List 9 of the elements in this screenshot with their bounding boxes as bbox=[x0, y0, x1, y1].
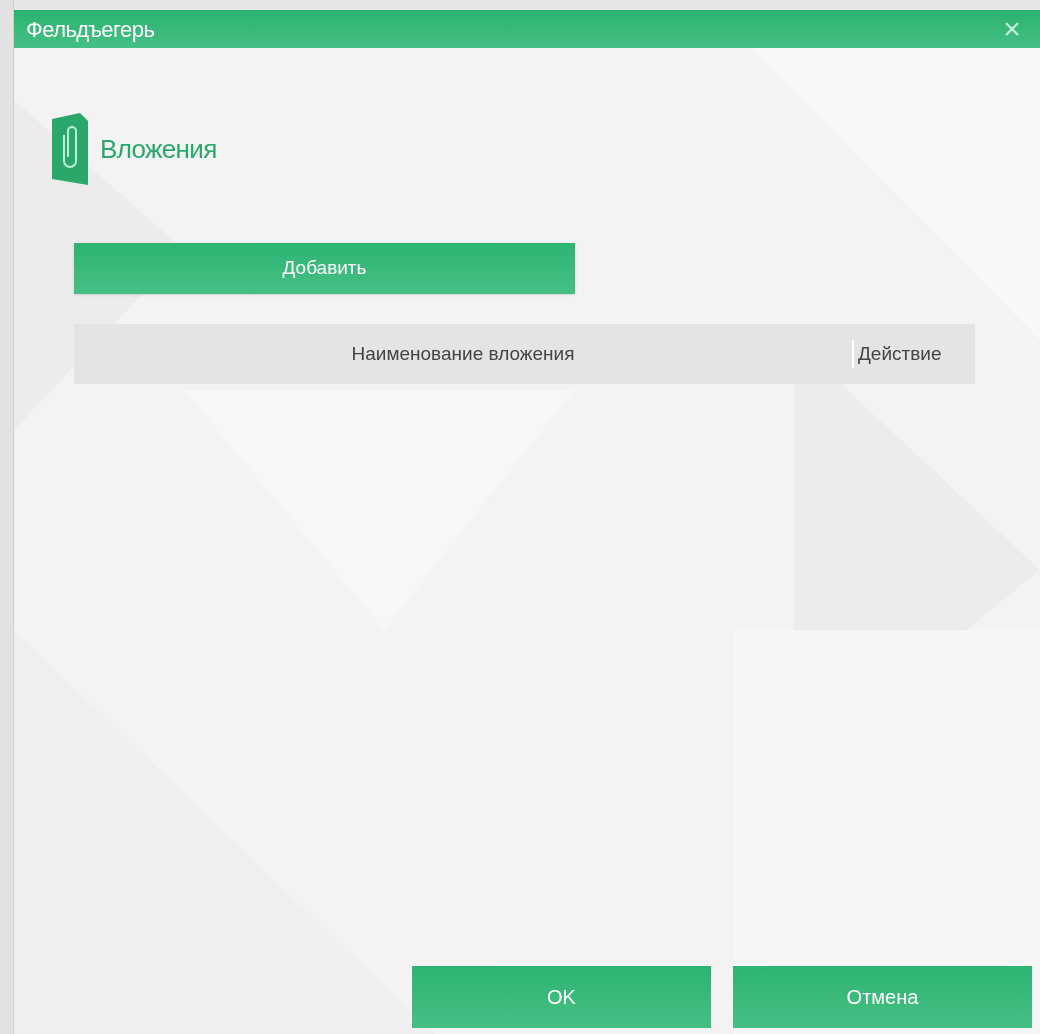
section-heading: Вложения bbox=[100, 132, 217, 166]
cancel-button[interactable]: Отмена bbox=[733, 966, 1032, 1028]
close-button[interactable]: × bbox=[996, 13, 1028, 45]
window-title: Фельдъегерь bbox=[26, 15, 155, 44]
paperclip-document-icon bbox=[52, 113, 88, 185]
add-button[interactable]: Добавить bbox=[74, 243, 575, 294]
column-header: Наименование вложения bbox=[350, 341, 576, 366]
column-header: Действие bbox=[852, 339, 975, 369]
ok-button[interactable]: OK bbox=[412, 966, 711, 1028]
